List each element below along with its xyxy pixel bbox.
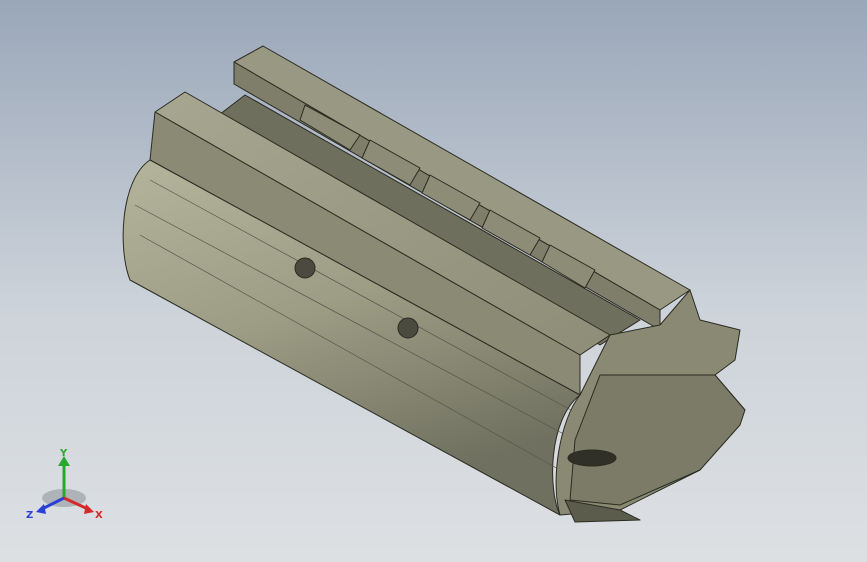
- axis-triad: Y X Z: [26, 448, 103, 521]
- z-arrow-icon: [36, 504, 46, 514]
- hole-2: [397, 317, 419, 339]
- z-axis-label: Z: [26, 510, 33, 521]
- x-axis-label: X: [95, 510, 103, 521]
- extrusion-model[interactable]: [0, 0, 867, 562]
- hole-1: [294, 257, 316, 279]
- x-arrow-icon: [84, 504, 94, 514]
- lower-rail: [569, 374, 746, 506]
- graphics-viewport[interactable]: Y X Z: [0, 0, 867, 562]
- y-axis-label: Y: [59, 448, 68, 459]
- end-slot: [567, 449, 617, 467]
